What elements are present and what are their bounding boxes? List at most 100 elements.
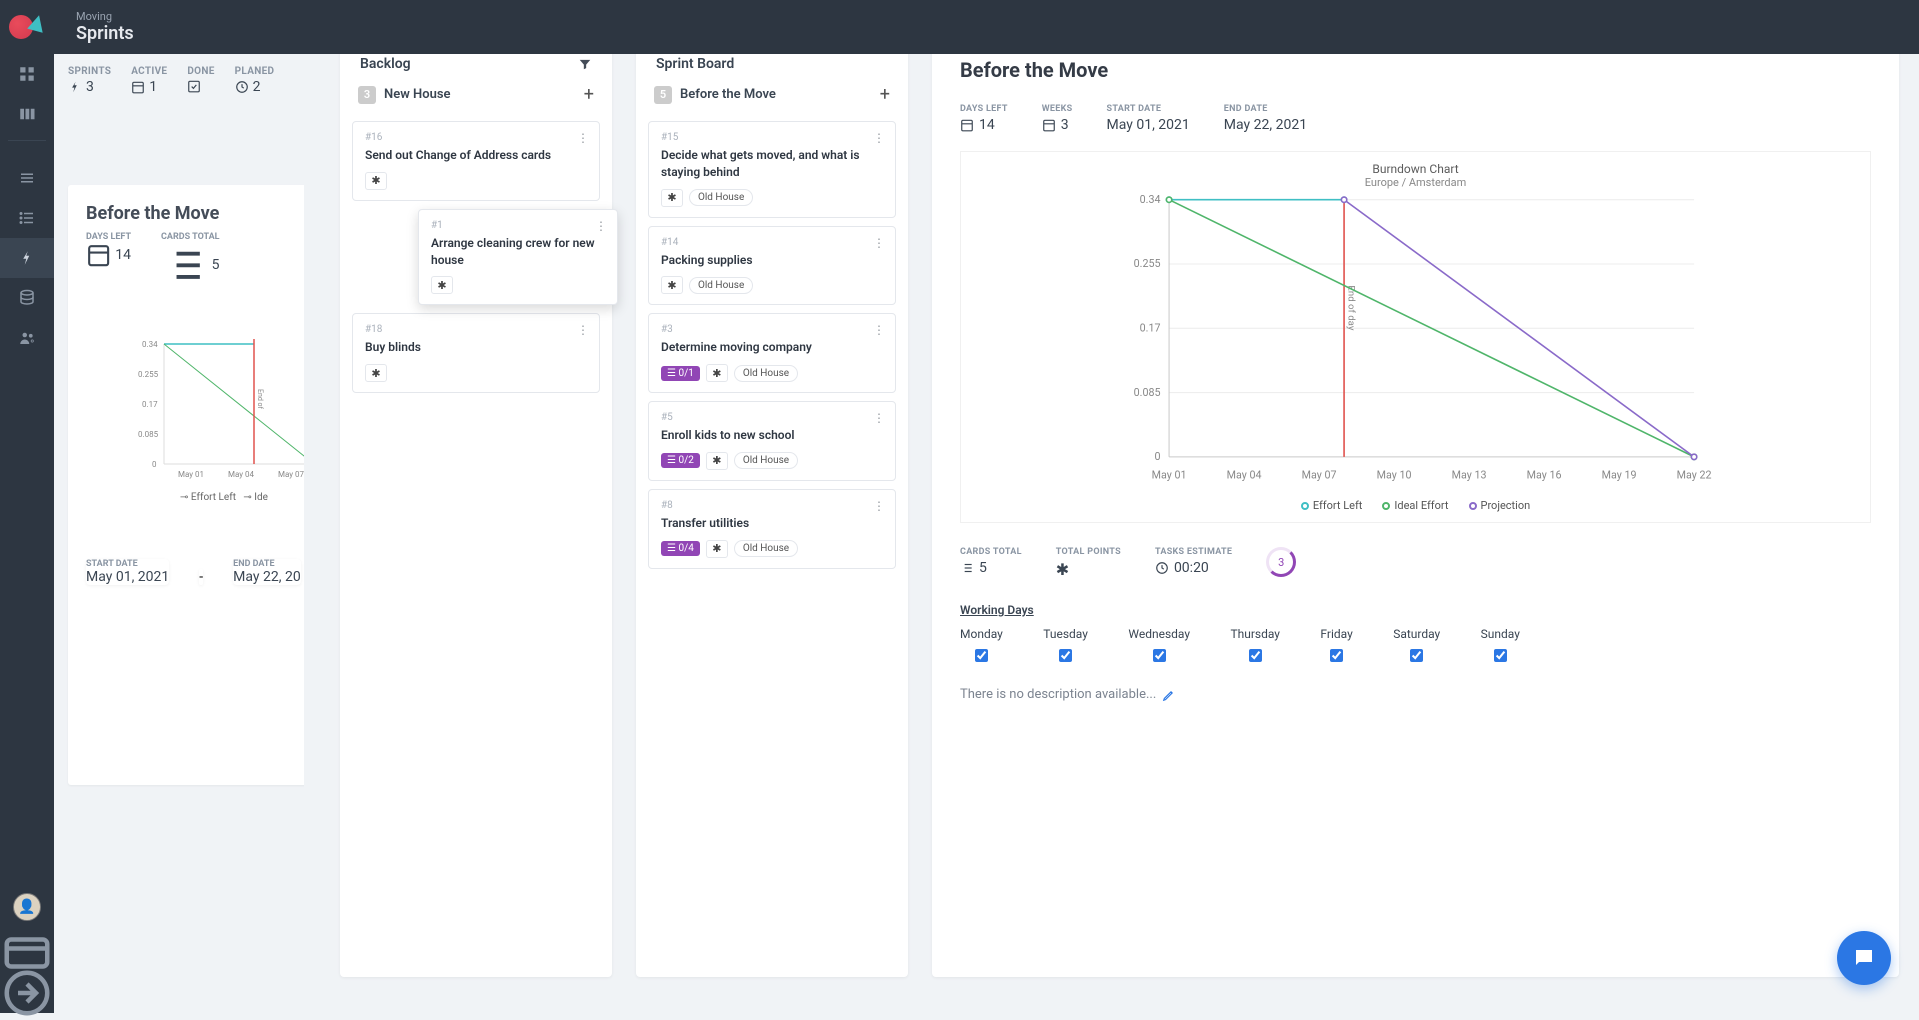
sprint-board-header: Sprint Board [656,56,734,72]
svg-text:May 22: May 22 [1677,468,1712,481]
svg-text:May 04: May 04 [228,470,255,479]
backlog-column: Backlog 3 New House + #16 ⋮ Send out Cha… [340,36,612,977]
card-title: Enroll kids to new school [661,427,883,444]
user-avatar[interactable]: 👤 [13,893,41,921]
svg-text:May 01: May 01 [178,470,204,479]
working-day: Friday [1320,627,1352,665]
nav-boards-icon[interactable] [0,94,54,134]
svg-text:May 16: May 16 [1527,468,1562,481]
burndown-chart: Burndown Chart Europe / Amsterdam 00.085… [960,151,1871,523]
points-icon: ✱ [706,452,728,470]
card-more-icon[interactable]: ⋮ [873,412,885,424]
card-more-icon[interactable]: ⋮ [577,324,589,336]
checklist-badge: ☰ 0/2 [661,453,700,468]
card-title: Send out Change of Address cards [365,147,587,164]
nav-dashboard-icon[interactable] [0,54,54,94]
svg-text:May 01: May 01 [1152,468,1187,481]
points-icon: ✱ [706,364,728,382]
card-id: #15 [661,132,883,143]
breadcrumb[interactable]: Moving [76,10,1897,23]
nav-logout-icon[interactable] [0,973,54,1013]
add-card-button[interactable]: + [584,84,594,105]
card-more-icon[interactable]: ⋮ [595,220,607,232]
task-card[interactable]: #8 ⋮ Transfer utilities ☰ 0/4✱Old House [648,489,896,569]
svg-text:May 04: May 04 [1227,468,1262,481]
working-day: Monday [960,627,1003,665]
task-card[interactable]: #3 ⋮ Determine moving company ☰ 0/1✱Old … [648,313,896,393]
stat-cards-total: CARDS TOTAL5 [960,547,1022,576]
svg-text:End of day: End of day [1345,285,1356,330]
task-card[interactable]: #5 ⋮ Enroll kids to new school ☰ 0/2✱Old… [648,401,896,481]
stat-active: ACTIVE1 [131,66,167,95]
detail-title: Before the Move [960,58,1871,82]
card-more-icon[interactable]: ⋮ [577,132,589,144]
points-icon: ✱ [365,172,387,190]
stat-planed: PLANED2 [235,66,275,95]
left-nav-rail: 👤 [0,0,54,1013]
card-tag: Old House [689,277,753,294]
task-card[interactable]: #18 ⋮ Buy blinds ✱ [352,313,600,393]
day-checkbox[interactable] [1153,649,1166,662]
svg-text:0.255: 0.255 [1134,257,1161,270]
burndown-svg: 00.0850.170.2550.34May 01May 04May 07May… [971,189,1860,489]
card-more-icon[interactable]: ⋮ [873,132,885,144]
card-id: #14 [661,237,883,248]
sprint-detail-overlay: ✕ Backlog 3 New House + #16 ⋮ Send out C… [304,0,1919,1013]
chat-fab-button[interactable] [1837,931,1891,985]
description-placeholder[interactable]: There is no description available... [960,687,1871,702]
day-checkbox[interactable] [1494,649,1507,662]
points-icon: ✱ [431,276,453,294]
day-checkbox[interactable] [1410,649,1423,662]
checklist-badge: ☰ 0/4 [661,541,700,556]
nav-team-icon[interactable] [0,318,54,358]
task-card[interactable]: #15 ⋮ Decide what gets moved, and what i… [648,121,896,218]
card-id: #8 [661,500,883,511]
card-more-icon[interactable]: ⋮ [873,500,885,512]
stat-done: DONE [187,66,214,95]
meta-start-date: START DATEMay 01, 2021 [1107,104,1190,133]
card-title: Packing supplies [661,252,883,269]
nav-checklist-icon[interactable] [0,198,54,238]
card-title: Decide what gets moved, and what is stay… [661,147,883,181]
edit-icon[interactable] [1162,688,1176,702]
day-checkbox[interactable] [1249,649,1262,662]
day-checkbox[interactable] [1330,649,1343,662]
day-checkbox[interactable] [1059,649,1072,662]
nav-sprints-icon[interactable] [0,238,54,278]
svg-text:0.34: 0.34 [142,340,158,349]
day-checkbox[interactable] [975,649,988,662]
filter-icon[interactable] [578,57,592,71]
svg-text:May 13: May 13 [1452,468,1487,481]
svg-text:End of: End of [256,389,264,410]
svg-text:May 07: May 07 [278,470,305,479]
stat-total-points: TOTAL POINTS✱ [1056,547,1121,579]
svg-text:May 19: May 19 [1602,468,1637,481]
task-card[interactable]: #1 ⋮ Arrange cleaning crew for new house… [418,209,618,306]
page-title: Sprints [76,23,1897,44]
checklist-badge: ☰ 0/1 [661,366,700,381]
legend-projection: Projection [1469,499,1531,512]
sprint-group-header[interactable]: 5 Before the Move + [636,84,908,113]
svg-text:May 07: May 07 [1302,468,1337,481]
svg-text:0: 0 [1154,450,1160,463]
working-day: Saturday [1393,627,1440,665]
svg-text:0.17: 0.17 [1140,322,1161,335]
card-tag: Old House [734,365,798,382]
legend-ideal-effort: Ideal Effort [1382,499,1448,512]
card-more-icon[interactable]: ⋮ [873,237,885,249]
card-more-icon[interactable]: ⋮ [873,324,885,336]
working-day: Sunday [1481,627,1520,665]
backlog-group-header[interactable]: 3 New House + [340,84,612,113]
nav-database-icon[interactable] [0,278,54,318]
add-sprint-card-button[interactable]: + [880,84,890,105]
task-card[interactable]: #16 ⋮ Send out Change of Address cards ✱ [352,121,600,201]
card-tag: Old House [734,540,798,557]
header-bar: Moving Sprints [54,0,1919,54]
svg-text:0.34: 0.34 [1140,193,1161,206]
progress-ring: 3 [1266,547,1296,577]
task-card[interactable]: #14 ⋮ Packing supplies ✱Old House [648,226,896,306]
card-id: #18 [365,324,587,335]
card-title: Determine moving company [661,339,883,356]
logo[interactable] [0,0,54,54]
nav-list-icon[interactable] [0,158,54,198]
